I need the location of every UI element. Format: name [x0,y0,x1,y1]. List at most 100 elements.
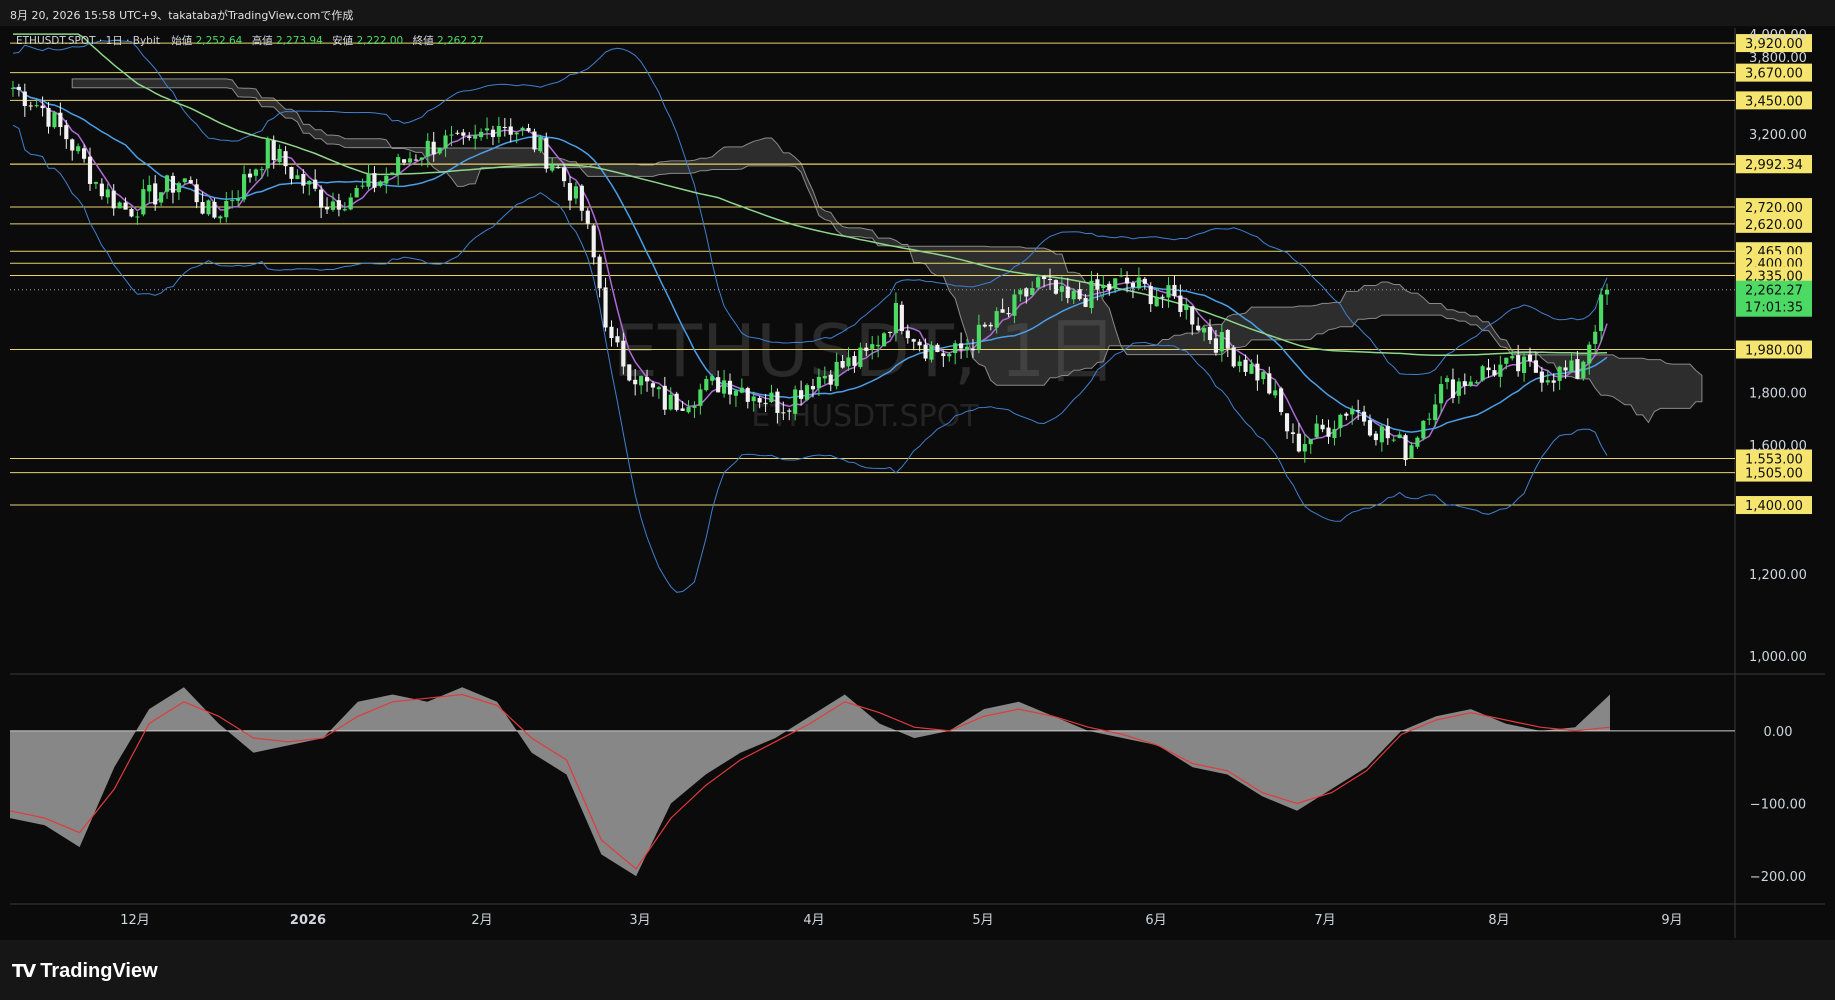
candle-body [1047,279,1053,281]
candle-body [1284,413,1290,432]
legend-high-label: 高値 [252,34,273,47]
last-price-value: 2,262.27 [1745,284,1803,299]
candle[interactable] [882,331,887,347]
candle-body [58,112,63,128]
candle-body [793,389,798,414]
candle-body [1332,429,1337,438]
candle-body [52,112,57,128]
candle-body [567,183,573,201]
candle-body [1267,373,1272,394]
candle-body [810,386,816,390]
candle-body [698,389,703,406]
candle[interactable] [1480,364,1485,382]
level-label: 3,450.00 [1736,91,1812,110]
candle-body [354,187,359,198]
level-label: 2,620.00 [1736,214,1812,233]
candle-body [407,158,413,163]
candle[interactable] [532,128,537,153]
candle-body [28,105,33,107]
candle[interactable] [1231,345,1236,369]
time-tick-label: 4月 [803,913,824,928]
candle[interactable] [1581,360,1586,381]
candle[interactable] [627,364,632,382]
candle-body [1065,286,1070,299]
time-axis[interactable]: 12月 2026 2月 3月 4月 5月 6月 7月 8月 9月 [120,913,1682,928]
candle-body [1083,297,1088,307]
candle-body [87,156,93,184]
candle-body [1397,434,1402,439]
candle-body [526,128,531,131]
macd-panel[interactable] [9,687,1735,877]
time-tick-label: 8月 [1488,913,1509,928]
price-tick-label: 1,000.00 [1749,650,1807,665]
price-tick-label: 1,600.00 [1749,439,1807,454]
candle-body [1178,295,1183,312]
candle-body [1302,443,1307,452]
candle-body [609,326,614,339]
candle-body [615,336,620,343]
candle[interactable] [129,207,134,218]
candle-body [591,225,596,258]
candle[interactable] [804,383,810,402]
candle-body [1593,331,1598,344]
time-tick-label: 6月 [1145,913,1166,928]
candle[interactable] [544,132,549,173]
candle-body [1403,435,1408,460]
legend-close-label: 終値 [413,34,434,47]
candle-body [1012,294,1017,316]
candle-body [970,348,976,351]
candle-body [490,129,496,138]
candle-body [858,347,863,367]
macd-axis[interactable]: 0.00 −100.00 −200.00 [1750,725,1806,885]
last-price-tag[interactable]: 2,262.27 17:01:35 [1736,280,1812,317]
candle-body [1059,286,1064,292]
candle[interactable] [899,301,904,335]
candle-body [917,341,922,346]
brand-name: TradingView [40,960,158,982]
candle-body [1219,332,1224,352]
candle[interactable] [1279,386,1284,416]
candle-body [1154,297,1159,307]
chart-area[interactable]: ETHUSDT, 1日 ETHUSDT.SPOT 3,920.003,670.0… [0,26,1835,940]
candle-body [93,182,98,184]
tradingview-logo-icon: 𝗧𝗩 [12,961,36,981]
candle-body [1202,328,1207,333]
candle[interactable] [206,199,211,216]
candle-body [633,379,638,385]
candle-body [775,391,780,413]
candle-body [170,175,176,193]
candle-body [1190,306,1195,325]
tradingview-logo[interactable]: 𝗧𝗩 TradingView [12,960,158,983]
candle-body [295,175,300,180]
candle-body [253,169,258,176]
candle-body [194,184,199,203]
candle-body [1415,437,1420,447]
candle[interactable] [52,111,57,129]
candle-body [603,287,608,328]
candle[interactable] [538,135,543,153]
candle-body [579,185,584,211]
level-label-text: 3,450.00 [1745,94,1803,109]
candle[interactable] [390,172,395,176]
time-tick-label: 7月 [1314,913,1335,928]
candle-body [1474,382,1479,384]
level-label-text: 1,400.00 [1745,499,1803,514]
candle-body [828,374,833,385]
candle-body [1527,354,1533,362]
candle[interactable] [674,391,679,412]
candle-body [644,377,650,382]
candle-body [876,344,881,347]
candle-body [378,181,383,187]
candle-body [1053,280,1058,294]
candle[interactable] [1421,420,1426,441]
candle-body [283,151,288,167]
legend-low: 2,222.00 [356,35,403,47]
level-label: 1,400.00 [1736,496,1812,515]
candle-body [905,330,910,339]
candle-body [727,380,733,395]
candle[interactable] [1053,279,1058,295]
candle-body [1587,344,1592,364]
candle-body [1551,380,1556,383]
legend-symbol: ETHUSDT.SPOT · 1日 · Bybit [16,35,160,47]
footer-bar: 𝗧𝗩 TradingView [0,940,1835,1000]
